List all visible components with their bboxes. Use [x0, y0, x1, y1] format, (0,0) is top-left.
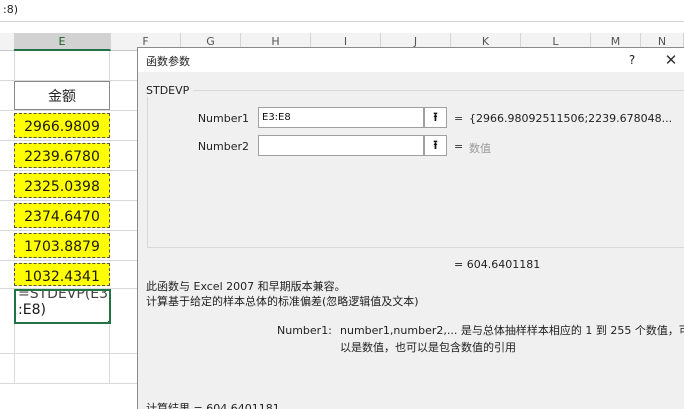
active-formula-cell[interactable]: =STDEVP(E3 :E8)	[14, 289, 111, 324]
number1-collapse-icon[interactable]: ⭱	[424, 107, 447, 128]
close-icon[interactable]: ✕	[660, 50, 682, 70]
grid-row	[0, 51, 145, 81]
amount-cell[interactable]: 1703.8879	[14, 233, 110, 258]
empty-cell[interactable]	[14, 51, 110, 80]
amount-cell[interactable]: 2374.6470	[14, 203, 110, 228]
help-button[interactable]: ?	[621, 50, 643, 70]
amount-cell[interactable]: 1032.4341	[14, 263, 110, 286]
dialog-title: 函数参数	[146, 55, 190, 68]
arg-help-line2: 以是数值，也可以是包含数值的引用	[340, 341, 516, 354]
table-row: 1032.4341	[0, 261, 145, 289]
amount-cell[interactable]: 2239.6780	[14, 143, 110, 168]
number1-input[interactable]: E3:E8	[258, 107, 424, 128]
active-cell-formula-line2: :E8)	[18, 302, 46, 318]
formula-result: = 604.6401181	[454, 258, 541, 271]
number1-equals: =	[454, 112, 464, 125]
arg-help-line1: number1,number2,... 是与总体抽样样本相应的 1 到 255 …	[340, 324, 684, 337]
grid-row: 金额	[0, 81, 145, 111]
table-row: 2966.9809	[0, 111, 145, 141]
table-row: 2325.0398	[0, 171, 145, 201]
function-arguments-dialog: 函数参数 ? ✕ STDEVP Number1 E3:E8 ⭱ = {2966.…	[137, 47, 684, 409]
formula-bar[interactable]: :8)	[0, 0, 684, 22]
amount-header-cell[interactable]: 金额	[14, 81, 110, 110]
calculation-result: 计算结果 = 604.6401181	[146, 402, 280, 409]
amount-cell[interactable]: 2325.0398	[14, 173, 110, 198]
compatibility-note: 此函数与 Excel 2007 和早期版本兼容。	[146, 280, 346, 293]
amount-cell[interactable]: 2966.9809	[14, 113, 110, 138]
table-row: 2239.6780	[0, 141, 145, 171]
arg-help-name: Number1:	[277, 324, 332, 337]
empty-cell[interactable]	[14, 324, 110, 353]
function-description: 计算基于给定的样本总体的标准偏差(忽略逻辑值及文本)	[146, 295, 419, 308]
number2-result: 数值	[469, 142, 491, 155]
formula-bar-text: :8)	[3, 3, 18, 16]
column-header-e[interactable]: E	[14, 33, 111, 51]
number2-input[interactable]	[258, 135, 424, 156]
function-name-label: STDEVP	[142, 84, 194, 97]
number2-label: Number2	[197, 140, 249, 153]
fill-handle[interactable]	[107, 320, 109, 322]
dialog-titlebar[interactable]: 函数参数 ? ✕	[138, 48, 684, 72]
empty-cell[interactable]	[14, 354, 110, 383]
grid-row	[0, 354, 145, 384]
active-cell-formula-line1: =STDEVP(E3	[18, 289, 109, 302]
number2-equals: =	[454, 140, 464, 153]
number1-label: Number1	[197, 112, 249, 125]
table-row: 1703.8879	[0, 231, 145, 261]
table-row: 2374.6470	[0, 201, 145, 231]
number1-result: {2966.98092511506;2239.678048...	[469, 112, 673, 125]
number2-collapse-icon[interactable]: ⭱	[424, 135, 447, 156]
grid-row	[0, 324, 145, 354]
